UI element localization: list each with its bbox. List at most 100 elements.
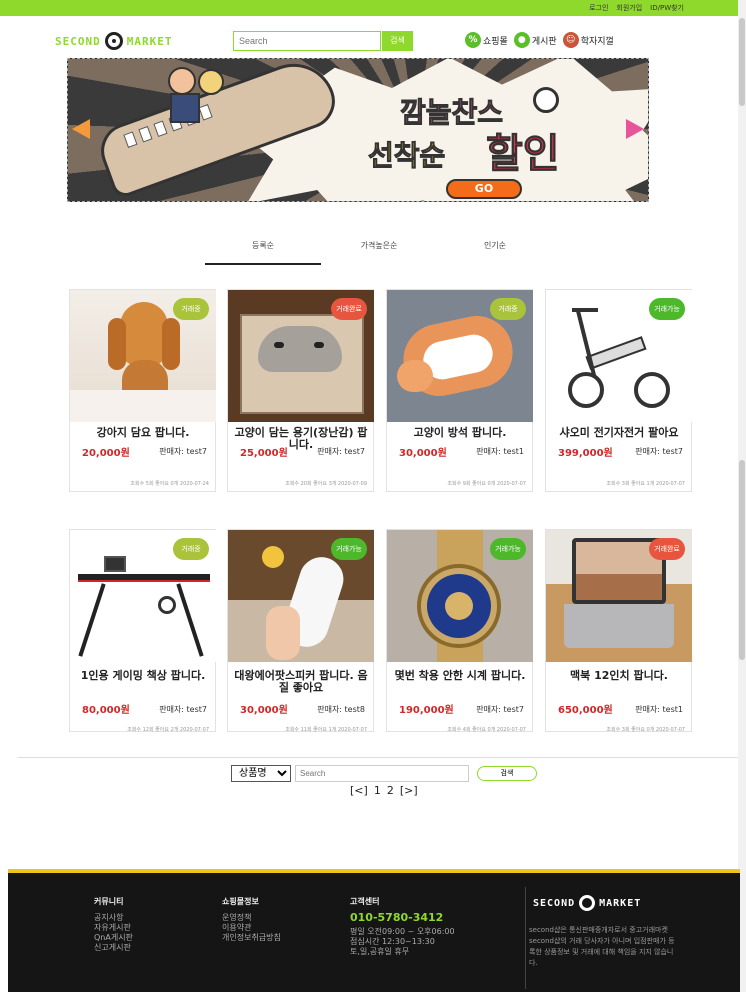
sort-tab-latest[interactable]: 등록순 (205, 240, 321, 265)
product-meta: 조회수 3회 좋아요 0개 2020-07-07 (606, 727, 685, 733)
footer-link[interactable]: 개인정보취급방침 (222, 933, 281, 943)
product-title[interactable]: 강아지 담요 팝니다. (74, 427, 212, 439)
product-seller: 판매자: test7 (635, 447, 683, 456)
pagination: [<] 1 2 [>] (350, 784, 418, 797)
product-meta: 조회수 9회 좋아요 0개 2020-07-07 (447, 481, 526, 487)
status-badge: 거래가능 (649, 298, 685, 320)
nav-community-label: 학자지껄 (580, 36, 614, 47)
people-icon: ☺ (562, 32, 579, 48)
search-input[interactable] (233, 31, 381, 51)
product-card[interactable]: 거래중 강아지 담요 팝니다. 20,000원 판매자: test7 조회수 5… (69, 289, 216, 492)
product-title[interactable]: 대왕에어팟스피커 팝니다. 음질 좋아요 (232, 670, 370, 694)
nav-board[interactable]: ● 게시판 (513, 32, 557, 48)
product-seller: 판매자: test7 (476, 705, 524, 714)
pagination-next[interactable]: [>] (400, 784, 418, 797)
product-title[interactable]: 1인용 게이밍 책상 팝니다. (74, 670, 212, 682)
search-category-select[interactable]: 상품명 (231, 765, 291, 782)
product-card[interactable]: 거래가능 몇번 착용 안한 시계 팝니다. 190,000원 판매자: test… (386, 529, 533, 733)
person-icon: ● (513, 32, 530, 48)
scrollbar-thumb-secondary[interactable] (739, 460, 745, 660)
status-badge: 거래가능 (331, 538, 367, 560)
couple-illustration (168, 67, 238, 137)
product-price: 650,000원 (558, 705, 613, 716)
sort-tab-popular[interactable]: 인기순 (437, 240, 553, 265)
footer-hours: 토,일,공휴일 휴무 (350, 947, 410, 956)
product-price: 25,000원 (240, 448, 288, 459)
product-meta: 조회수 11회 좋아요 1개 2020-07-07 (285, 727, 367, 733)
product-card[interactable]: 거래가능 샤오미 전기자전거 팔아요 399,000원 판매자: test7 조… (545, 289, 692, 492)
pagination-page[interactable]: 2 (387, 784, 394, 797)
product-card[interactable]: 거래완료 고양이 담는 용기(장난감) 팝니다. 25,000원 판매자: te… (227, 289, 374, 492)
product-price: 30,000원 (399, 448, 447, 459)
product-title[interactable]: 고양이 방석 팝니다. (391, 427, 529, 439)
product-price: 190,000원 (399, 705, 454, 716)
pagination-prev[interactable]: [<] (350, 784, 368, 797)
nav-community[interactable]: ☺ 학자지껄 (562, 32, 614, 48)
main-nav: % 쇼핑몰 ● 게시판 ☺ 학자지껄 (465, 32, 614, 48)
status-badge: 거래중 (173, 298, 209, 320)
product-title[interactable]: 몇번 착용 안한 시계 팝니다. (391, 670, 529, 682)
banner-discount: 할인 (486, 131, 561, 178)
logo-text-left: SECOND (55, 34, 101, 48)
product-card[interactable]: 거래완료 맥북 12인치 팝니다. 650,000원 판매자: test1 조회… (545, 529, 692, 733)
top-links: 로그인 회원가입 ID/PW찾기 (589, 3, 684, 13)
product-search-input[interactable] (295, 765, 469, 782)
footer-logo-ring-icon (579, 895, 596, 911)
footer-logo: SECOND MARKET (533, 895, 641, 911)
site-logo[interactable]: SECOND MARKET (55, 32, 173, 50)
product-search-button[interactable]: 검색 (477, 766, 537, 781)
promo-banner[interactable]: 깜놀찬스 선착순 할인 GO (67, 58, 649, 202)
banner-next-arrow-icon[interactable] (626, 119, 644, 139)
product-card[interactable]: 거래중 1인용 게이밍 책상 팝니다. 80,000원 판매자: test7 조… (69, 529, 216, 733)
product-seller: 판매자: test1 (635, 705, 683, 714)
logo-text-right: MARKET (126, 34, 173, 48)
nav-shopping[interactable]: % 쇼핑몰 (465, 32, 508, 48)
site-footer: 커뮤니티 공지사항 자유게시판 QnA게시판 신고게시판 쇼핑몰정보 운영정책 … (8, 869, 740, 992)
find-idpw-link[interactable]: ID/PW찾기 (650, 3, 684, 13)
login-link[interactable]: 로그인 (589, 3, 608, 13)
banner-subline: 선착순 (367, 139, 446, 173)
nav-shopping-label: 쇼핑몰 (483, 36, 508, 47)
nav-board-label: 게시판 (531, 36, 557, 47)
scrollbar-thumb[interactable] (739, 18, 745, 106)
footer-shop-title: 쇼핑몰정보 (222, 897, 259, 906)
status-badge: 거래가능 (490, 538, 526, 560)
footer-hours: 점심시간 12:30~13:30 (350, 937, 435, 946)
banner-prev-arrow-icon[interactable] (72, 119, 90, 139)
search-button[interactable]: 검색 (382, 31, 413, 51)
sort-tabs: 등록순 가격높은순 인기순 (205, 240, 553, 265)
footer-cs-title: 고객센터 (350, 897, 380, 906)
banner-go-button[interactable]: GO (446, 179, 522, 199)
footer-community-title: 커뮤니티 (94, 897, 124, 906)
footer-hours: 평일 오전09:00 ~ 오후06:00 (350, 927, 455, 936)
footer-logo-right: MARKET (599, 897, 642, 909)
product-title[interactable]: 샤오미 전기자전거 팔아요 (550, 427, 688, 439)
footer-link[interactable]: 자유게시판 (94, 923, 133, 933)
product-price: 80,000원 (82, 705, 130, 716)
footer-community: 커뮤니티 공지사항 자유게시판 QnA게시판 신고게시판 (94, 897, 133, 953)
product-seller: 판매자: test1 (476, 447, 524, 456)
footer-link[interactable]: 운영정책 (222, 913, 281, 923)
status-badge: 거래중 (490, 298, 526, 320)
product-title[interactable]: 맥북 12인치 팝니다. (550, 670, 688, 682)
product-card[interactable]: 거래중 고양이 방석 팝니다. 30,000원 판매자: test1 조회수 9… (386, 289, 533, 492)
status-badge: 거래완료 (649, 538, 685, 560)
status-badge: 거래완료 (331, 298, 367, 320)
footer-link[interactable]: 공지사항 (94, 913, 133, 923)
sort-tab-price-desc[interactable]: 가격높은순 (321, 240, 437, 265)
product-meta: 조회수 5회 좋아요 0개 2020-07-24 (130, 481, 209, 487)
signup-link[interactable]: 회원가입 (616, 3, 642, 13)
percent-icon: % (465, 32, 481, 48)
footer-link[interactable]: 신고게시판 (94, 943, 133, 953)
footer-link[interactable]: 이용약관 (222, 923, 281, 933)
footer-shop-info: 쇼핑몰정보 운영정책 이용약관 개인정보취급방침 (222, 897, 281, 943)
footer-customer-center: 고객센터 010-5780-3412 평일 오전09:00 ~ 오후06:00 … (350, 897, 455, 957)
footer-notice: second샵은 통신판매중개자로서 중고거래마켓 second샵의 거래 당사… (529, 926, 675, 967)
footer-link[interactable]: QnA게시판 (94, 933, 133, 943)
status-badge: 거래중 (173, 538, 209, 560)
product-price: 30,000원 (240, 705, 288, 716)
pagination-page[interactable]: 1 (374, 784, 381, 797)
footer-separator (525, 887, 526, 989)
product-card[interactable]: 거래가능 대왕에어팟스피커 팝니다. 음질 좋아요 30,000원 판매자: t… (227, 529, 374, 733)
product-seller: 판매자: test7 (159, 705, 207, 714)
